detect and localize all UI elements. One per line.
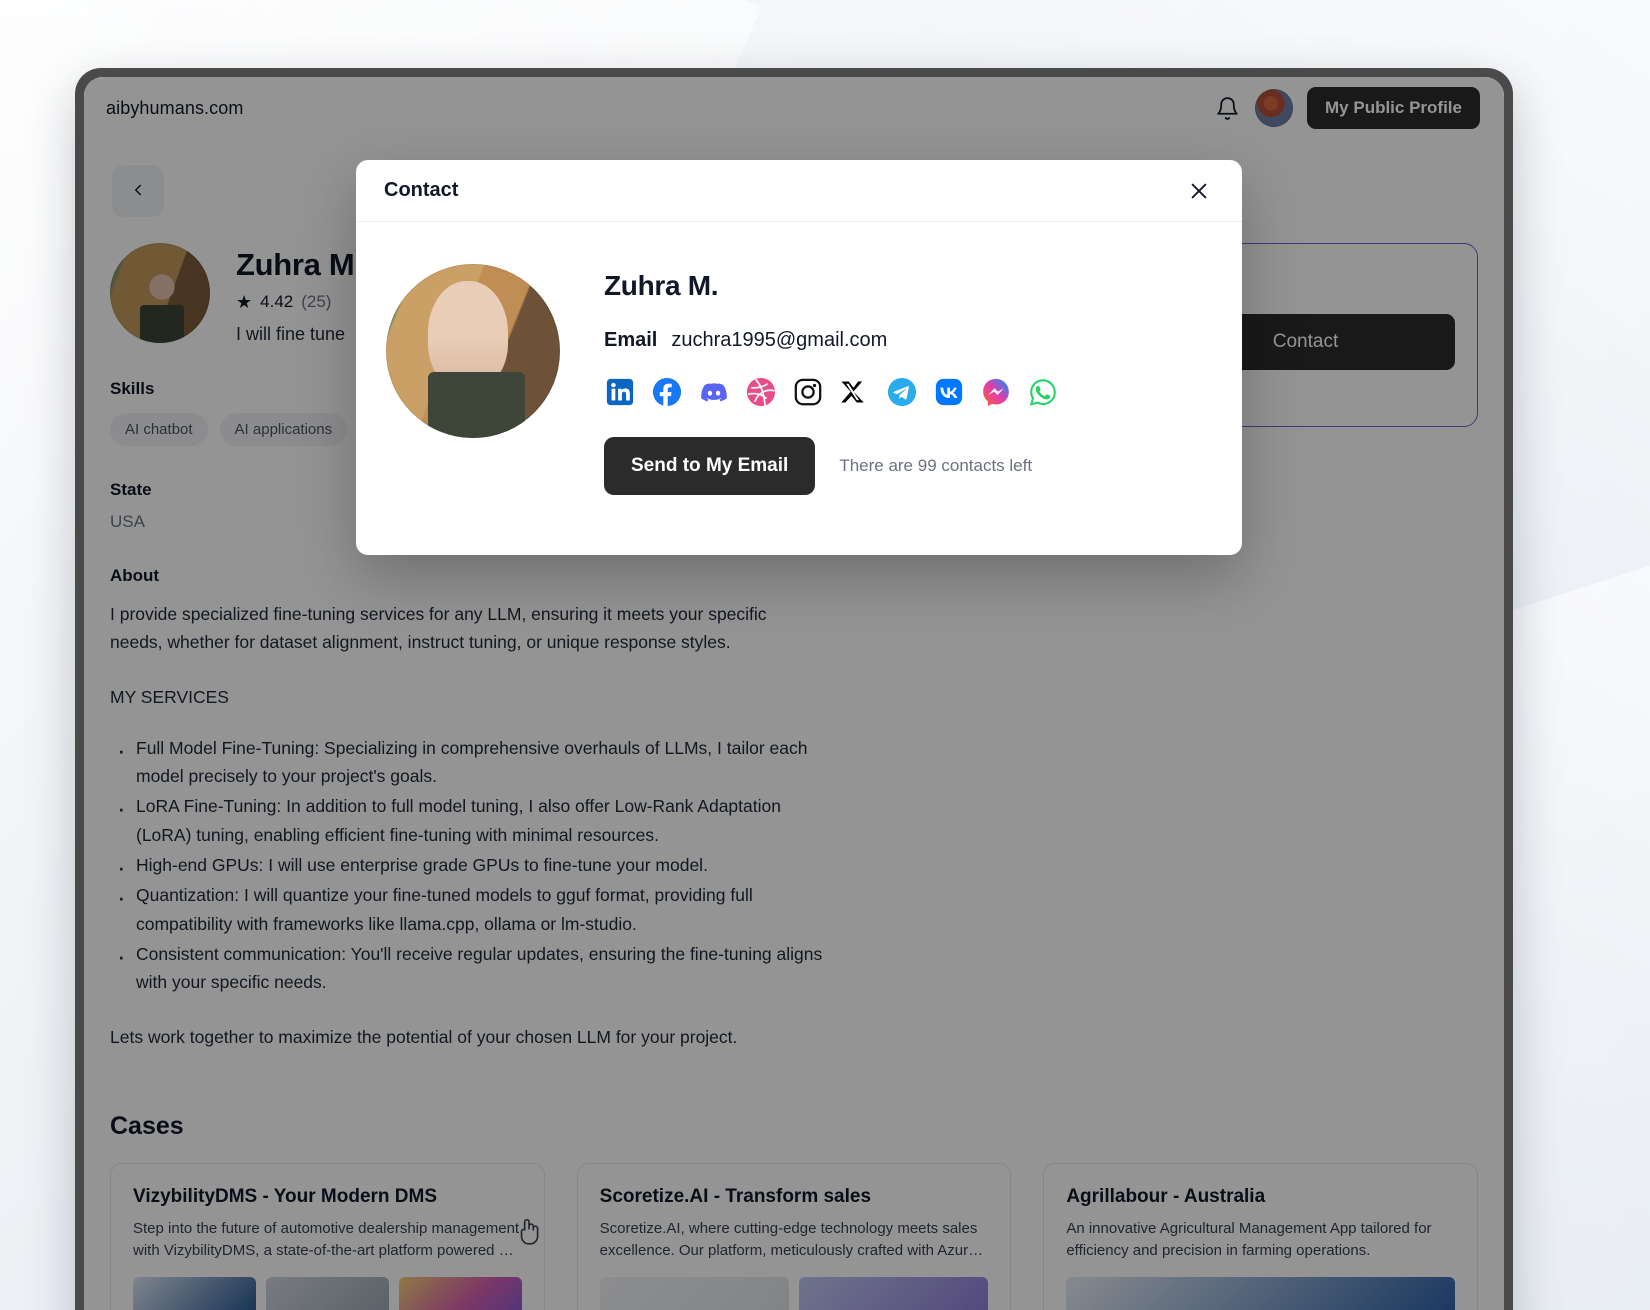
close-icon[interactable]: [1184, 176, 1214, 206]
contact-email-row: Email zuchra1995@gmail.com: [604, 329, 1058, 352]
browser-screen: aibyhumans.com My Public Profile Zuhra M…: [84, 77, 1504, 1310]
discord-icon[interactable]: [698, 376, 729, 407]
social-links: [604, 376, 1058, 407]
facebook-icon[interactable]: [651, 376, 682, 407]
modal-body: Zuhra M. Email zuchra1995@gmail.com Send…: [356, 222, 1242, 555]
x-twitter-icon[interactable]: [839, 376, 870, 407]
send-to-my-email-button[interactable]: Send to My Email: [604, 437, 816, 495]
contact-avatar: [386, 264, 560, 438]
contact-name: Zuhra M.: [604, 270, 719, 301]
linkedin-icon[interactable]: [604, 376, 635, 407]
contacts-left-text: There are 99 contacts left: [839, 456, 1033, 475]
telegram-icon[interactable]: [886, 376, 917, 407]
contact-details: Zuhra M. Email zuchra1995@gmail.com Send…: [604, 264, 1058, 495]
email-label: Email: [604, 329, 658, 351]
modal-title: Contact: [384, 179, 459, 201]
dribbble-icon[interactable]: [745, 376, 776, 407]
whatsapp-icon[interactable]: [1027, 376, 1058, 407]
contact-modal: Contact Zuhra M. Email zuchra1995@gmail.…: [356, 160, 1242, 555]
vk-icon[interactable]: [933, 376, 964, 407]
modal-actions: Send to My Email There are 99 contacts l…: [604, 437, 1058, 495]
messenger-icon[interactable]: [980, 376, 1011, 407]
email-value[interactable]: zuchra1995@gmail.com: [671, 329, 887, 352]
modal-header: Contact: [356, 160, 1242, 222]
browser-device-frame: aibyhumans.com My Public Profile Zuhra M…: [75, 68, 1513, 1310]
instagram-icon[interactable]: [792, 376, 823, 407]
